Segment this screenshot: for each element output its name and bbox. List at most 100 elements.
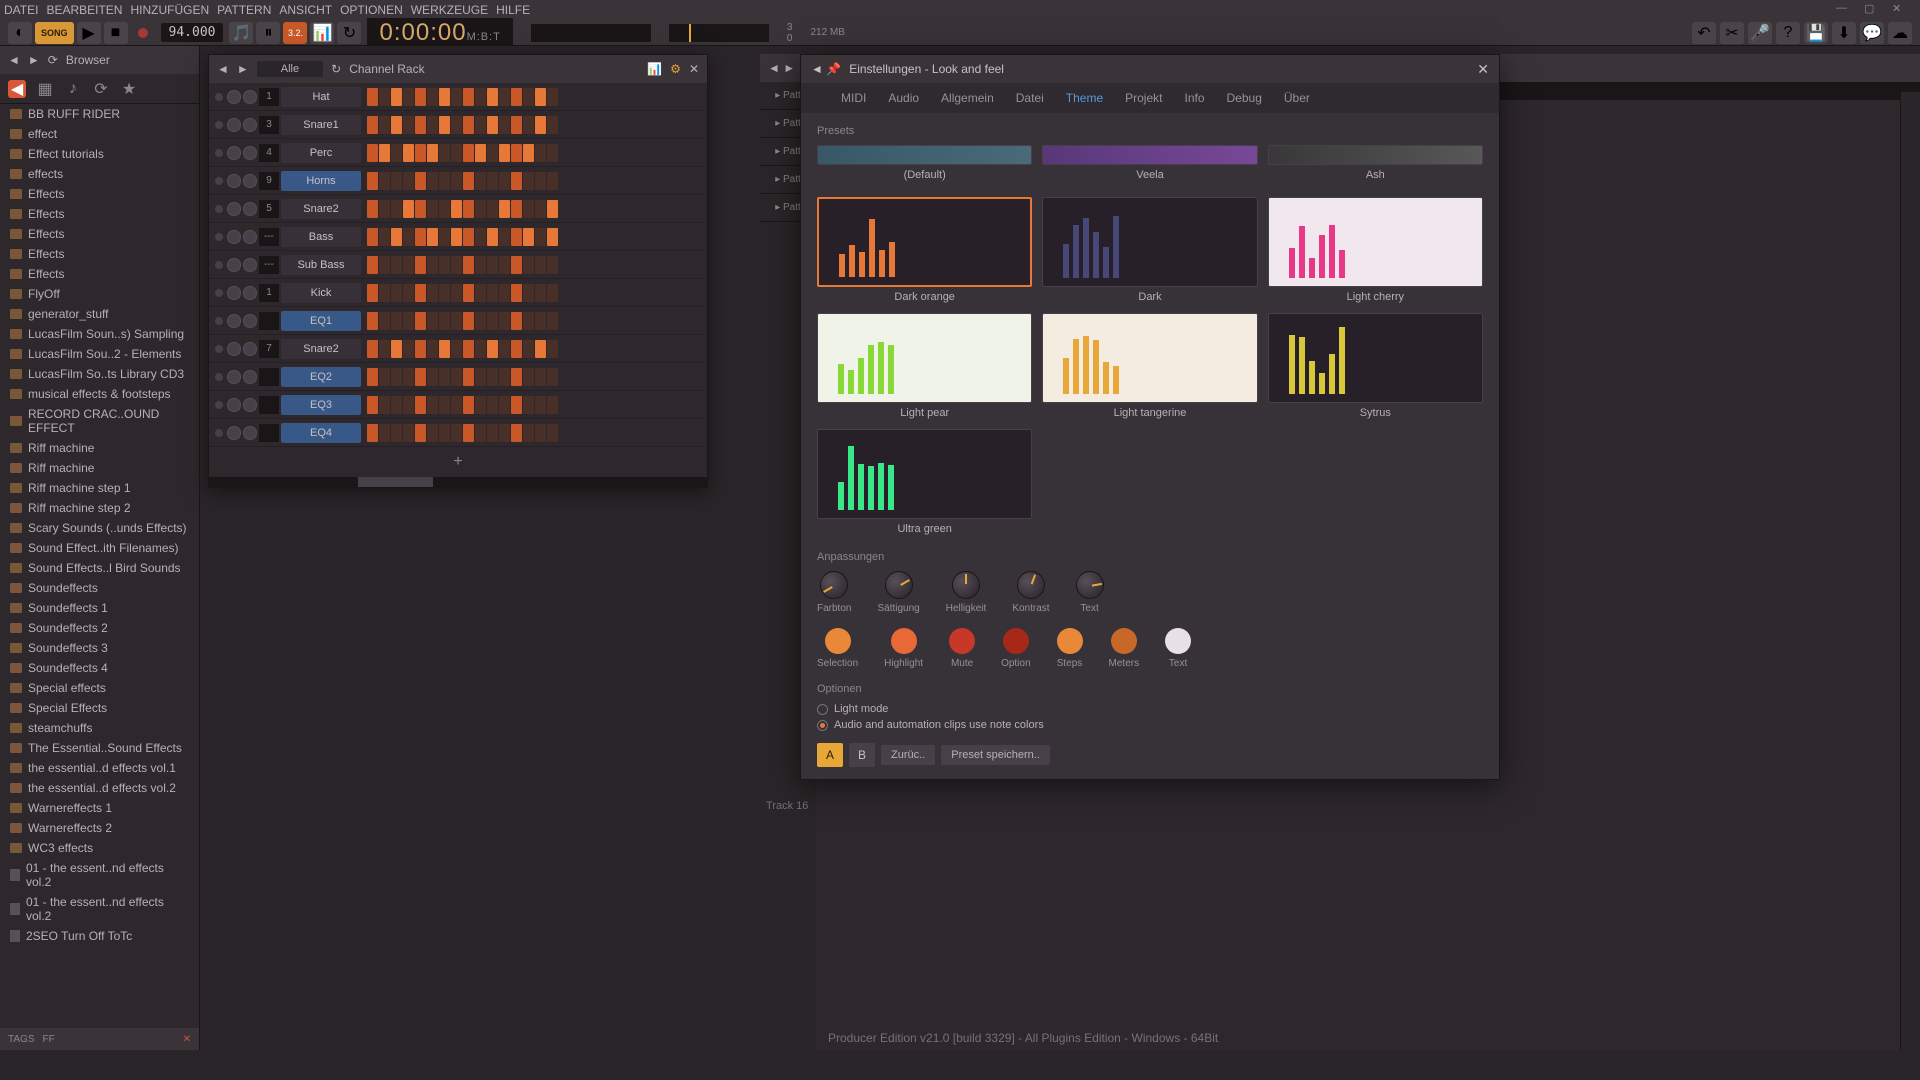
- step-button[interactable]: [523, 88, 534, 106]
- channel-pan-knob[interactable]: [227, 258, 241, 272]
- step-button[interactable]: [499, 228, 510, 246]
- step-button[interactable]: [427, 256, 438, 274]
- tab-allgemein[interactable]: Allgemein: [941, 91, 994, 105]
- preset-dark[interactable]: Dark: [1042, 197, 1257, 303]
- step-button[interactable]: [427, 312, 438, 330]
- color-steps[interactable]: [1057, 628, 1083, 654]
- preset-light-tangerine[interactable]: Light tangerine: [1042, 313, 1257, 419]
- step-button[interactable]: [487, 88, 498, 106]
- step-button[interactable]: [415, 116, 426, 134]
- step-button[interactable]: [535, 312, 546, 330]
- step-button[interactable]: [427, 116, 438, 134]
- step-button[interactable]: [367, 368, 378, 386]
- step-button[interactable]: [391, 172, 402, 190]
- step-button[interactable]: [451, 424, 462, 442]
- browser-folder[interactable]: Special Effects: [0, 698, 199, 718]
- browser-folder[interactable]: Sound Effects..l Bird Sounds: [0, 558, 199, 578]
- opt-clip-colors[interactable]: Audio and automation clips use note colo…: [817, 719, 1483, 731]
- step-button[interactable]: [451, 396, 462, 414]
- step-button[interactable]: [451, 88, 462, 106]
- channel-mute-led[interactable]: [215, 317, 223, 325]
- preset-light-pear[interactable]: Light pear: [817, 313, 1032, 419]
- master-volume[interactable]: [669, 24, 769, 42]
- step-button[interactable]: [523, 256, 534, 274]
- color-text[interactable]: [1165, 628, 1191, 654]
- step-button[interactable]: [511, 284, 522, 302]
- channel-mute-led[interactable]: [215, 373, 223, 381]
- mic-icon[interactable]: 🎤: [1748, 22, 1772, 44]
- step-button[interactable]: [379, 228, 390, 246]
- step-button[interactable]: [535, 340, 546, 358]
- step-button[interactable]: [367, 256, 378, 274]
- step-button[interactable]: [463, 172, 474, 190]
- step-button[interactable]: [403, 396, 414, 414]
- step-button[interactable]: [487, 256, 498, 274]
- cr-filter-dropdown[interactable]: Alle: [257, 61, 323, 77]
- share-icon[interactable]: 💬: [1860, 22, 1884, 44]
- step-button[interactable]: [535, 228, 546, 246]
- step-button[interactable]: [535, 284, 546, 302]
- channel-mute-led[interactable]: [215, 261, 223, 269]
- step-button[interactable]: [391, 312, 402, 330]
- step-button[interactable]: [499, 312, 510, 330]
- stop-button[interactable]: ■: [104, 22, 128, 44]
- undo-button[interactable]: ↶: [1692, 22, 1716, 44]
- browser-folder[interactable]: Effects: [0, 264, 199, 284]
- save-icon[interactable]: 💾: [1804, 22, 1828, 44]
- browser-audio-icon[interactable]: ♪: [64, 80, 82, 98]
- preset-veela[interactable]: Veela: [1042, 145, 1257, 181]
- step-button[interactable]: [499, 144, 510, 162]
- blend-button[interactable]: 📊: [310, 22, 334, 44]
- browser-folder[interactable]: LucasFilm So..ts Library CD3: [0, 364, 199, 384]
- step-button[interactable]: [427, 144, 438, 162]
- tools-icon[interactable]: ✂: [1720, 22, 1744, 44]
- step-button[interactable]: [523, 284, 534, 302]
- browser-folder[interactable]: Effects: [0, 204, 199, 224]
- step-button[interactable]: [391, 284, 402, 302]
- step-button[interactable]: [547, 144, 558, 162]
- step-button[interactable]: [415, 228, 426, 246]
- browser-folder[interactable]: LucasFilm Soun..s) Sampling: [0, 324, 199, 344]
- step-button[interactable]: [499, 368, 510, 386]
- preset-default[interactable]: (Default): [817, 145, 1032, 181]
- step-button[interactable]: [463, 200, 474, 218]
- browser-folder[interactable]: Riff machine step 1: [0, 478, 199, 498]
- record-button[interactable]: [131, 22, 155, 44]
- channel-mute-led[interactable]: [215, 205, 223, 213]
- browser-folder[interactable]: steamchuffs: [0, 718, 199, 738]
- step-button[interactable]: [499, 172, 510, 190]
- step-button[interactable]: [451, 312, 462, 330]
- step-button[interactable]: [367, 228, 378, 246]
- pattern-mode-toggle[interactable]: ◐: [8, 22, 32, 44]
- color-selection[interactable]: [825, 628, 851, 654]
- browser-folder[interactable]: Effects: [0, 244, 199, 264]
- step-button[interactable]: [391, 144, 402, 162]
- step-button[interactable]: [511, 228, 522, 246]
- browser-tree[interactable]: BB RUFF RIDEReffectEffect tutorialseffec…: [0, 104, 199, 1028]
- tab-info[interactable]: Info: [1184, 91, 1204, 105]
- cr-back-icon[interactable]: ◄: [217, 62, 229, 76]
- step-button[interactable]: [439, 340, 450, 358]
- channel-mixer-track[interactable]: [259, 396, 279, 414]
- step-button[interactable]: [427, 424, 438, 442]
- step-button[interactable]: [487, 396, 498, 414]
- step-button[interactable]: [391, 88, 402, 106]
- step-button[interactable]: [439, 144, 450, 162]
- step-button[interactable]: [487, 284, 498, 302]
- step-button[interactable]: [379, 312, 390, 330]
- channel-mixer-track[interactable]: [259, 424, 279, 442]
- tag-ff[interactable]: FF: [42, 1034, 54, 1045]
- step-button[interactable]: [427, 284, 438, 302]
- step-button[interactable]: [535, 396, 546, 414]
- browser-folder[interactable]: effects: [0, 164, 199, 184]
- step-button[interactable]: [379, 340, 390, 358]
- step-button[interactable]: [475, 312, 486, 330]
- step-button[interactable]: [523, 228, 534, 246]
- step-button[interactable]: [439, 368, 450, 386]
- browser-folder[interactable]: musical effects & footsteps: [0, 384, 199, 404]
- preset-sytrus[interactable]: Sytrus: [1268, 313, 1483, 419]
- tab-über[interactable]: Über: [1284, 91, 1310, 105]
- channel-vol-knob[interactable]: [243, 174, 257, 188]
- menu-werkzeuge[interactable]: WERKZEUGE: [411, 3, 488, 17]
- opt-light-mode[interactable]: Light mode: [817, 703, 1483, 715]
